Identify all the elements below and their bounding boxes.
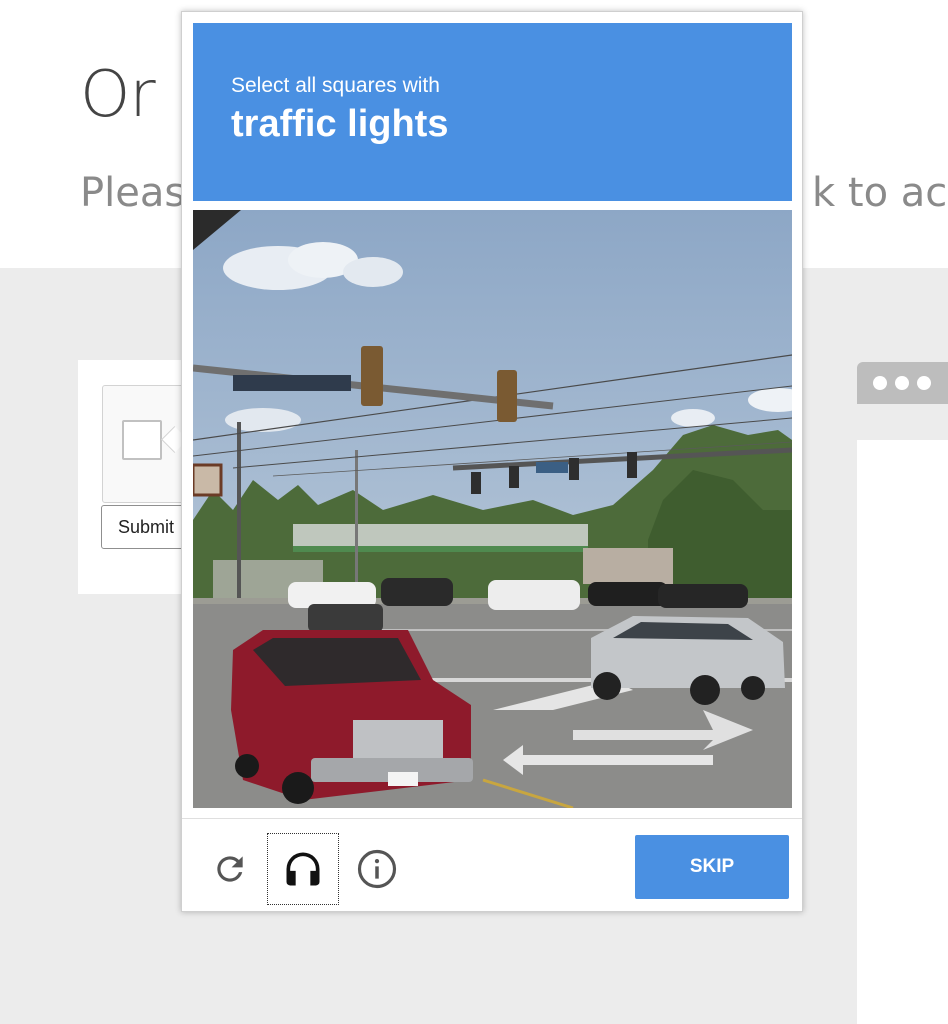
info-icon[interactable] xyxy=(344,836,410,902)
grid-tile[interactable] xyxy=(344,661,492,808)
captcha-challenge-popup: Select all squares with traffic lights S… xyxy=(181,11,803,912)
grid-tile[interactable] xyxy=(645,511,793,658)
reload-icon[interactable] xyxy=(197,836,263,902)
grid-tile[interactable] xyxy=(494,511,642,658)
grid-tile[interactable] xyxy=(494,661,642,808)
dot-icon xyxy=(895,376,909,390)
grid-tile[interactable] xyxy=(193,511,341,658)
more-options-tab[interactable] xyxy=(857,362,948,404)
grid-tile[interactable] xyxy=(193,210,341,357)
grid-tile[interactable] xyxy=(193,360,341,507)
captcha-target-object: traffic lights xyxy=(231,103,449,145)
grid-tile[interactable] xyxy=(645,360,793,507)
headphones-icon[interactable] xyxy=(267,833,339,905)
skip-button[interactable]: SKIP xyxy=(635,835,789,899)
captcha-checkbox[interactable] xyxy=(122,420,162,460)
captcha-instruction: Select all squares with xyxy=(231,74,440,97)
captcha-footer: SKIP xyxy=(182,818,802,912)
page-title: Or xyxy=(80,58,156,132)
page-subtitle-continued: k to acce xyxy=(812,170,948,216)
grid-tile[interactable] xyxy=(645,210,793,357)
page-subtitle: Pleas xyxy=(80,170,186,216)
grid-tile[interactable] xyxy=(344,360,492,507)
captcha-image-grid xyxy=(193,210,792,808)
grid-tile[interactable] xyxy=(344,511,492,658)
dot-icon xyxy=(917,376,931,390)
side-panel xyxy=(857,440,948,1024)
grid-tile[interactable] xyxy=(494,210,642,357)
grid-tile[interactable] xyxy=(344,210,492,357)
grid-tile[interactable] xyxy=(494,360,642,507)
dot-icon xyxy=(873,376,887,390)
grid-tile[interactable] xyxy=(645,661,793,808)
grid-tile[interactable] xyxy=(193,661,341,808)
captcha-header: Select all squares with traffic lights xyxy=(193,23,792,201)
